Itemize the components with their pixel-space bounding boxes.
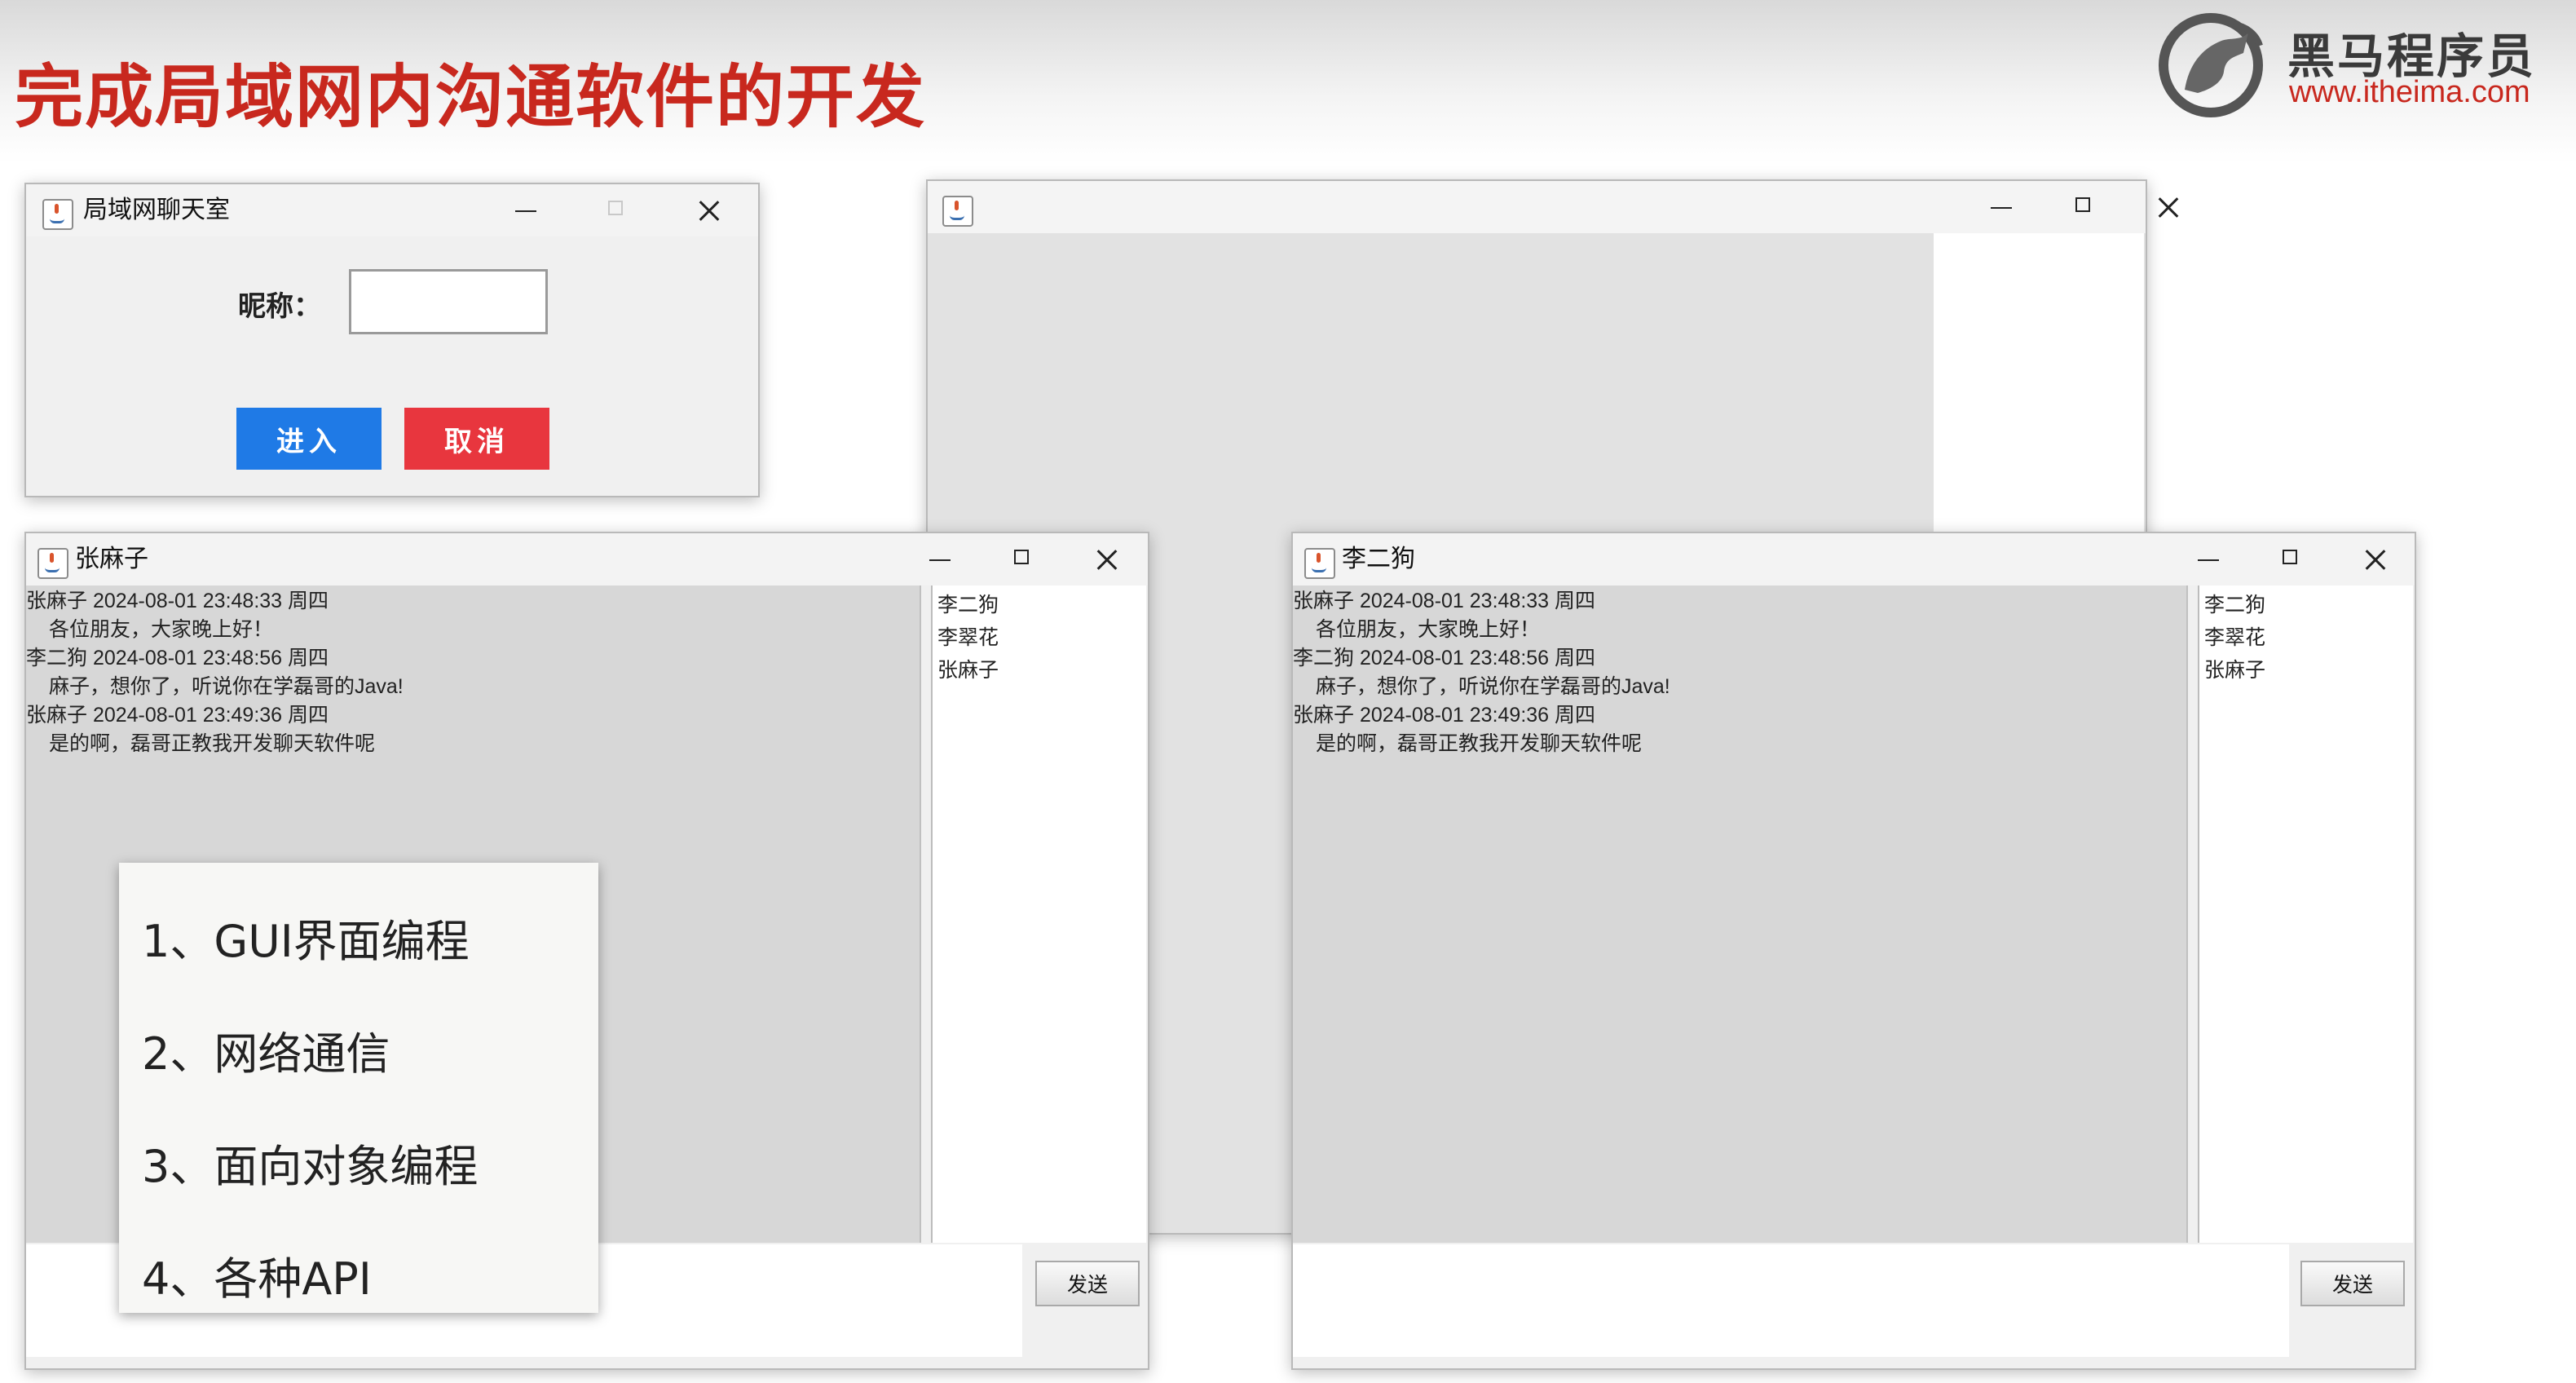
login-window-titlebar: 局域网聊天室 bbox=[26, 184, 758, 236]
chat-titlebar: 张麻子 bbox=[26, 533, 1148, 585]
message-text: 是的啊，磊哥正教我开发聊天软件呢 bbox=[49, 732, 376, 755]
close-icon[interactable] bbox=[672, 184, 745, 236]
online-user-list[interactable]: 李二狗 李翠花 张麻子 bbox=[931, 585, 1146, 1243]
close-icon[interactable] bbox=[2338, 533, 2411, 585]
message-header: 李二狗 2024-08-01 23:48:56 周四 bbox=[1293, 647, 1596, 669]
user-list-item[interactable]: 李二狗 bbox=[2199, 589, 2413, 621]
minimize-icon[interactable] bbox=[1965, 181, 2038, 233]
maximize-icon[interactable] bbox=[2048, 181, 2121, 233]
send-button[interactable]: 发送 bbox=[1035, 1261, 1140, 1306]
chat-window-title: 张麻子 bbox=[75, 545, 148, 573]
minimize-icon[interactable] bbox=[903, 533, 977, 585]
close-icon[interactable] bbox=[1070, 533, 1143, 585]
user-list-item[interactable]: 李翠花 bbox=[933, 621, 1146, 654]
message-header: 张麻子 2024-08-01 23:49:36 周四 bbox=[26, 704, 329, 727]
cancel-button[interactable]: 取消 bbox=[404, 408, 549, 470]
blank-window-titlebar bbox=[928, 181, 2146, 233]
topics-callout: 1、GUI界面编程 2、网络通信 3、面向对象编程 4、各种API bbox=[119, 863, 598, 1313]
java-icon bbox=[37, 548, 68, 579]
java-icon bbox=[42, 199, 73, 230]
topic-item: 3、面向对象编程 bbox=[142, 1141, 479, 1192]
maximize-icon[interactable] bbox=[986, 533, 1060, 585]
send-button[interactable]: 发送 bbox=[2300, 1261, 2405, 1306]
chat-window-title: 李二狗 bbox=[1342, 545, 1415, 573]
message-input-area[interactable] bbox=[1293, 1244, 2289, 1357]
message-header: 张麻子 2024-08-01 23:49:36 周四 bbox=[1293, 704, 1596, 727]
java-icon bbox=[1304, 548, 1335, 579]
login-window: 局域网聊天室 昵称： 进入 取消 bbox=[24, 183, 760, 497]
topic-item: 1、GUI界面编程 bbox=[142, 916, 470, 967]
message-header: 张麻子 2024-08-01 23:48:33 周四 bbox=[1293, 590, 1596, 612]
minimize-icon[interactable] bbox=[2172, 533, 2245, 585]
message-header: 张麻子 2024-08-01 23:48:33 周四 bbox=[26, 590, 329, 612]
topic-item: 4、各种API bbox=[142, 1253, 372, 1305]
user-list-item[interactable]: 张麻子 bbox=[2199, 654, 2413, 687]
nickname-input[interactable] bbox=[349, 269, 548, 334]
java-icon bbox=[942, 196, 973, 227]
message-text: 是的啊，磊哥正教我开发聊天软件呢 bbox=[1316, 732, 1643, 755]
minimize-icon[interactable] bbox=[489, 184, 562, 236]
user-list-item[interactable]: 李翠花 bbox=[2199, 621, 2413, 654]
message-header: 李二狗 2024-08-01 23:48:56 周四 bbox=[26, 647, 329, 669]
message-text: 麻子，想你了，听说你在学磊哥的Java! bbox=[49, 675, 404, 698]
slide-title: 完成局域网内沟通软件的开发 bbox=[15, 57, 927, 137]
message-text: 麻子，想你了，听说你在学磊哥的Java! bbox=[1316, 675, 1670, 698]
user-list-item[interactable]: 张麻子 bbox=[933, 654, 1146, 687]
user-list-item[interactable]: 李二狗 bbox=[933, 589, 1146, 621]
message-text: 各位朋友，大家晚上好！ bbox=[1316, 618, 1541, 641]
login-window-title: 局域网聊天室 bbox=[83, 196, 230, 224]
topic-item: 2、网络通信 bbox=[142, 1028, 390, 1080]
online-user-list[interactable]: 李二狗 李翠花 张麻子 bbox=[2198, 585, 2413, 1243]
message-text: 各位朋友，大家晚上好！ bbox=[49, 618, 274, 641]
chat-titlebar: 李二狗 bbox=[1293, 533, 2415, 585]
horse-logo-icon bbox=[2159, 13, 2263, 117]
maximize-icon bbox=[580, 184, 654, 236]
brand-url: www.itheima.com bbox=[2289, 75, 2530, 109]
nickname-label: 昵称： bbox=[238, 290, 321, 323]
enter-button[interactable]: 进入 bbox=[236, 408, 382, 470]
chat-window-lierggou: 李二狗 张麻子 2024-08-01 23:48:33 周四 各位朋友，大家晚上… bbox=[1291, 532, 2416, 1370]
maximize-icon[interactable] bbox=[2255, 533, 2328, 585]
chat-message-area[interactable]: 张麻子 2024-08-01 23:48:33 周四 各位朋友，大家晚上好！ 李… bbox=[1293, 585, 2188, 1243]
close-icon[interactable] bbox=[2131, 181, 2204, 233]
